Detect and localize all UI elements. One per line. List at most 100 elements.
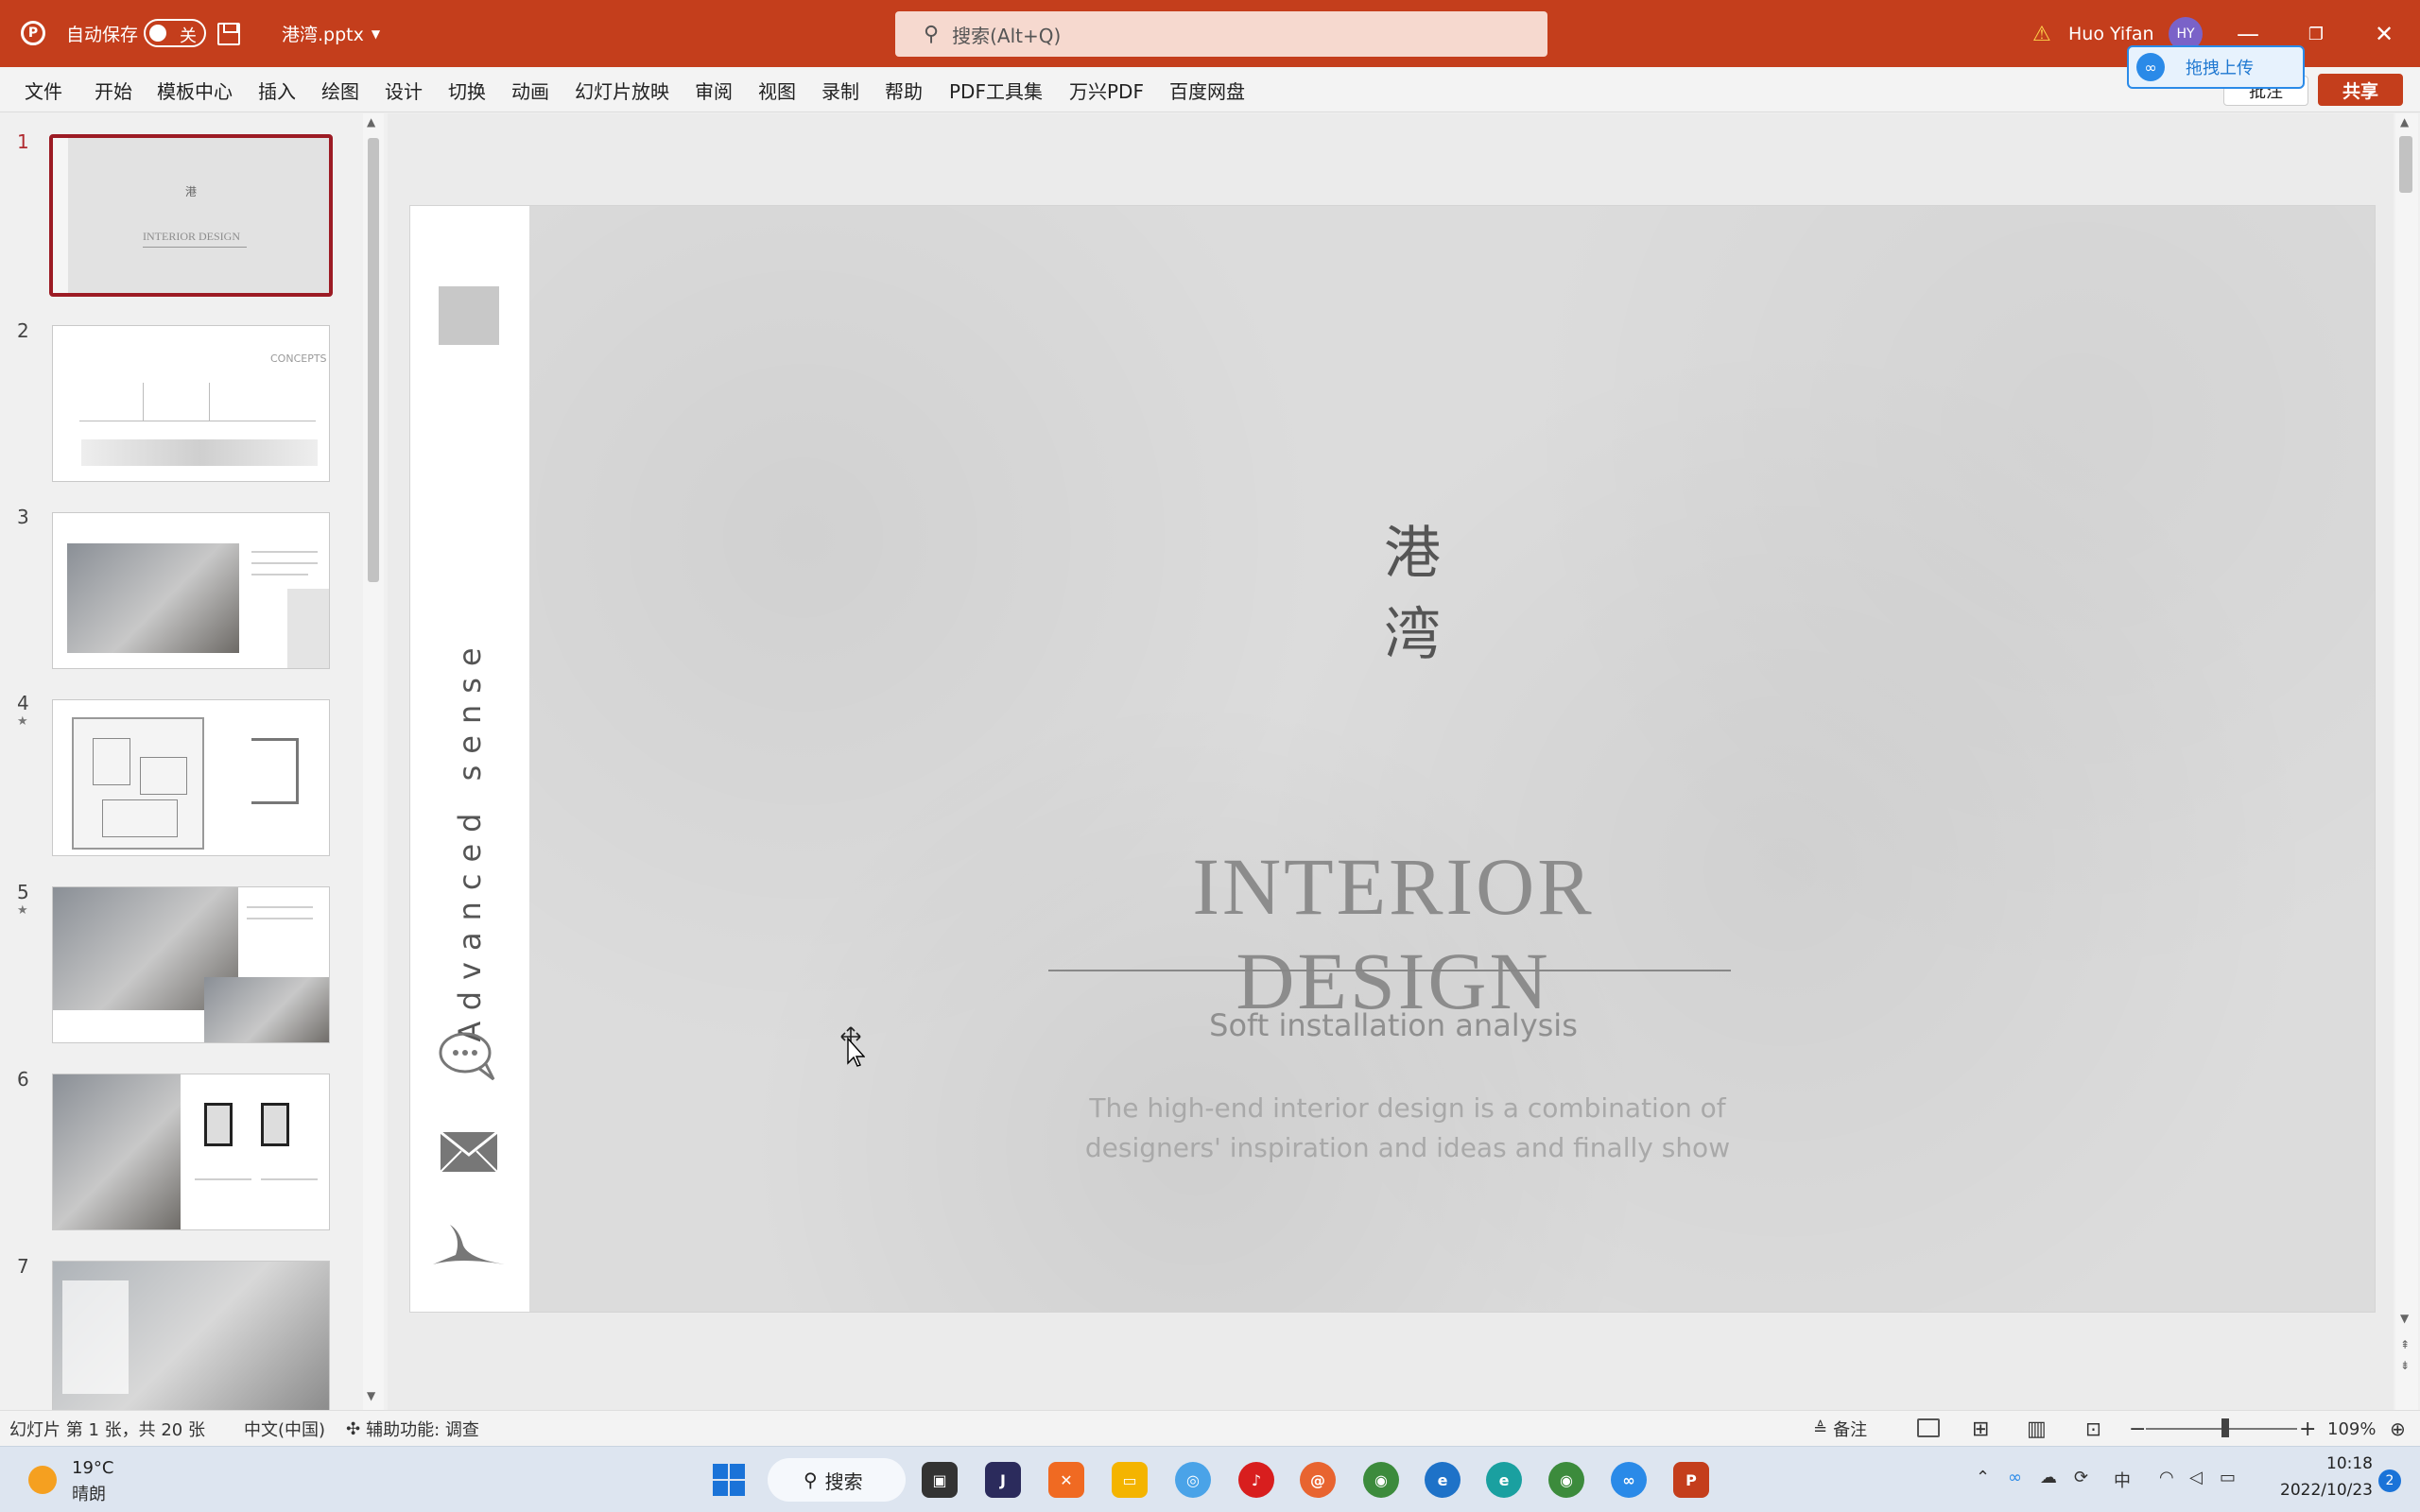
slide-sorter-icon[interactable]: ⊞ [1972, 1411, 1989, 1447]
tab-home[interactable]: 开始 [95, 67, 132, 112]
taskbar-search[interactable]: ⚲ 搜索 [768, 1458, 906, 1502]
thumbnail-slide-6[interactable] [52, 1074, 330, 1230]
notes-button[interactable]: ≜ 备注 [1813, 1411, 1867, 1447]
reading-view-icon[interactable]: ▥ [2027, 1411, 2047, 1447]
thumb-block [287, 589, 329, 668]
powerpoint-icon[interactable]: P [1673, 1462, 1709, 1498]
weather-description[interactable]: 晴朗 [72, 1481, 106, 1505]
app-icon[interactable]: ◎ [1175, 1462, 1211, 1498]
onedrive-icon[interactable]: ☁ [2040, 1468, 2057, 1487]
animation-star-icon: ★ [17, 903, 28, 918]
tab-record[interactable]: 录制 [821, 67, 859, 112]
save-icon[interactable] [217, 23, 240, 45]
netease-music-icon[interactable]: ♪ [1238, 1462, 1274, 1498]
snail-app-icon[interactable]: @ [1300, 1462, 1336, 1498]
search-icon: ⚲ [804, 1469, 818, 1491]
scrollbar-thumb[interactable] [368, 138, 379, 582]
edge-legacy-icon[interactable]: e [1425, 1462, 1461, 1498]
current-slide[interactable]: Advanced sense 港 湾 INTERIOR DESIGN Soft … [409, 205, 2376, 1313]
zoom-in-icon[interactable]: + [2299, 1411, 2316, 1447]
thumbnails-scrollbar[interactable]: ▲ ▼ [363, 113, 384, 1410]
thumbnail-slide-5[interactable] [52, 886, 330, 1043]
volume-icon[interactable]: ◁ [2189, 1468, 2203, 1487]
toggle-knob [149, 25, 166, 42]
chrome-profile-icon[interactable]: ◉ [1548, 1462, 1584, 1498]
thumb-title: INTERIOR DESIGN [143, 230, 240, 243]
normal-view-icon[interactable] [1917, 1418, 1940, 1437]
task-view-icon[interactable]: ▣ [922, 1462, 958, 1498]
accessibility-checker[interactable]: ✣ 辅助功能: 调查 [346, 1411, 479, 1447]
scroll-down-icon[interactable]: ▼ [367, 1389, 375, 1402]
baidu-netdisk-icon[interactable]: ∞ [1611, 1462, 1647, 1498]
xmind-icon[interactable]: ✕ [1048, 1462, 1084, 1498]
weather-temperature[interactable]: 19°C [72, 1458, 113, 1478]
scroll-up-icon[interactable]: ▲ [2400, 115, 2409, 129]
thumbnail-slide-2[interactable]: CONCEPTS [52, 325, 330, 482]
thumb-floorplan [72, 717, 204, 850]
search-placeholder: 搜索(Alt+Q) [952, 24, 1062, 47]
language-indicator[interactable]: 中文(中国) [244, 1411, 325, 1447]
tab-pdf-tools[interactable]: PDF工具集 [949, 67, 1043, 112]
chevron-down-icon: ▼ [371, 26, 381, 41]
file-name-dropdown[interactable]: 港湾.pptx ▼ [282, 0, 380, 67]
tab-draw[interactable]: 绘图 [321, 67, 359, 112]
tab-file[interactable]: 文件 [25, 67, 62, 112]
tab-wondershare-pdf[interactable]: 万兴PDF [1069, 67, 1144, 112]
slideshow-view-icon[interactable]: ⊡ [2085, 1411, 2101, 1447]
tab-template-center[interactable]: 模板中心 [157, 67, 233, 112]
baidu-tray-icon[interactable]: ∞ [2008, 1468, 2022, 1487]
drag-upload-button[interactable]: ∞ 拖拽上传 [2127, 45, 2305, 89]
baidu-netdisk-icon: ∞ [2136, 53, 2165, 81]
autosave-label: 自动保存 [66, 25, 139, 45]
tab-transitions[interactable]: 切换 [448, 67, 486, 112]
chrome-icon[interactable]: ◉ [1363, 1462, 1399, 1498]
scrollbar-thumb[interactable] [2399, 136, 2412, 193]
wifi-icon[interactable]: ◠ [2159, 1468, 2174, 1487]
jetbrains-icon[interactable]: J [985, 1462, 1021, 1498]
zoom-level[interactable]: 109% [2327, 1411, 2376, 1447]
scroll-down-icon[interactable]: ▼ [2400, 1312, 2409, 1325]
chinese-title: 港 湾 [1370, 513, 1455, 676]
search-box[interactable]: ⚲ 搜索(Alt+Q) [895, 11, 1547, 57]
thumbnail-number: 1 [17, 130, 29, 153]
weather-sun-icon[interactable] [28, 1466, 57, 1494]
share-button[interactable]: 共享 [2318, 74, 2403, 106]
tab-animations[interactable]: 动画 [511, 67, 549, 112]
file-explorer-icon[interactable]: ▭ [1112, 1462, 1148, 1498]
start-windows-icon[interactable] [711, 1462, 747, 1498]
notification-badge[interactable]: 2 [2378, 1469, 2401, 1492]
thumbnail-slide-7[interactable] [52, 1261, 330, 1410]
tab-insert[interactable]: 插入 [258, 67, 296, 112]
thumb-text-lines [251, 551, 318, 553]
warning-icon[interactable]: ⚠ [2032, 23, 2051, 46]
tab-baidu-netdisk[interactable]: 百度网盘 [1169, 67, 1245, 112]
clock-time[interactable]: 10:18 [2278, 1454, 2373, 1473]
tab-help[interactable]: 帮助 [885, 67, 923, 112]
show-hidden-icons-icon[interactable]: ⌃ [1976, 1468, 1990, 1487]
edge-icon[interactable]: e [1486, 1462, 1522, 1498]
close-icon[interactable]: ✕ [2363, 13, 2405, 55]
thumbnail-slide-1[interactable]: 港 INTERIOR DESIGN [49, 134, 333, 297]
taskbar-search-label: 搜索 [824, 1469, 863, 1493]
thumbnail-slide-3[interactable] [52, 512, 330, 669]
thumb-photo [67, 543, 239, 653]
tab-design[interactable]: 设计 [385, 67, 423, 112]
title-divider [1048, 970, 1731, 971]
previous-slide-icon[interactable]: ⇞ [2400, 1338, 2410, 1351]
thumbnail-slide-4[interactable] [52, 699, 330, 856]
slide-scrollbar[interactable]: ▲ ▼ ⇞ ⇟ [2395, 113, 2418, 1410]
thumb-text-lines [251, 574, 308, 576]
battery-icon[interactable]: ▭ [2220, 1468, 2236, 1487]
sync-icon[interactable]: ⟳ [2074, 1468, 2088, 1487]
ime-indicator[interactable]: 中 [2114, 1468, 2131, 1492]
zoom-out-icon[interactable]: − [2129, 1411, 2146, 1447]
autosave-toggle[interactable]: 关 [144, 19, 206, 47]
zoom-slider-thumb[interactable] [2221, 1418, 2229, 1437]
next-slide-icon[interactable]: ⇟ [2400, 1359, 2410, 1372]
tab-slideshow[interactable]: 幻灯片放映 [575, 67, 669, 112]
fit-to-window-icon[interactable]: ⊕ [2390, 1411, 2406, 1447]
tab-review[interactable]: 审阅 [695, 67, 733, 112]
scroll-up-icon[interactable]: ▲ [367, 115, 375, 129]
clock-date[interactable]: 2022/10/23 [2264, 1481, 2373, 1500]
tab-view[interactable]: 视图 [758, 67, 796, 112]
